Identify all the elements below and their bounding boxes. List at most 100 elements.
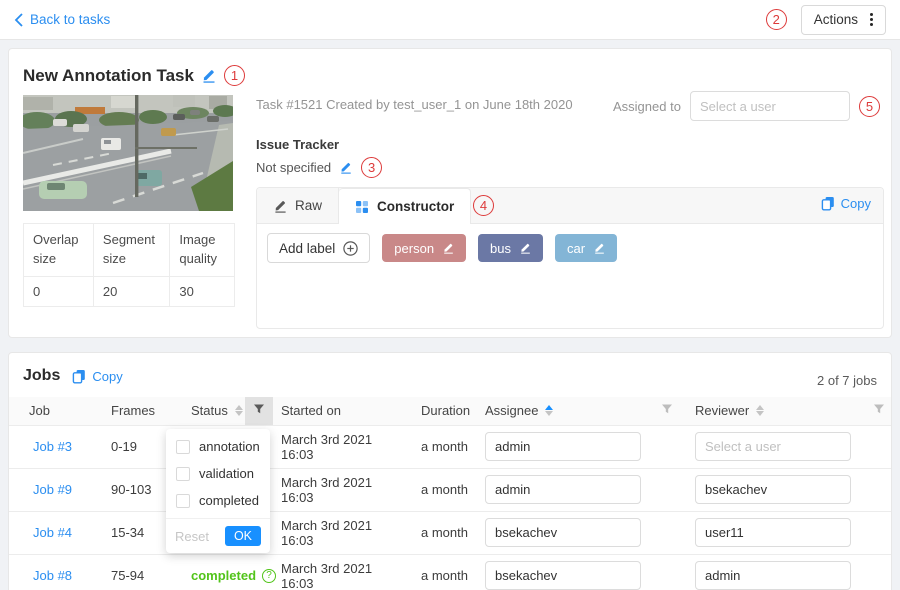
label-tag-car[interactable]: car	[555, 234, 617, 262]
column-job: Job	[9, 397, 103, 425]
reviewer-input[interactable]	[695, 561, 851, 590]
callout-3: 3	[361, 157, 382, 178]
jobs-table-header-row: Job Frames Status Started on Duration	[9, 397, 891, 425]
assigned-to-group: Assigned to 5	[613, 91, 880, 121]
reviewer-input[interactable]	[695, 432, 851, 461]
assignee-input[interactable]	[485, 518, 641, 547]
job-link[interactable]: Job #9	[17, 482, 72, 497]
back-chevron-icon	[14, 13, 23, 27]
copy-labels-button[interactable]: Copy	[821, 196, 871, 211]
copy-labels-label: Copy	[841, 196, 871, 211]
label-tag-bus-name: bus	[490, 241, 511, 256]
task-preview-image	[23, 95, 233, 211]
duration-cell: a month	[413, 425, 477, 468]
callout-2: 2	[766, 9, 787, 30]
funnel-icon	[661, 403, 673, 418]
labels-tabbar: Raw Constructor 4 Copy	[257, 188, 883, 224]
edit-label-bus-icon[interactable]	[519, 242, 531, 254]
spacer-cell	[653, 554, 687, 590]
tab-raw[interactable]: Raw	[257, 188, 339, 223]
jobs-title: Jobs	[23, 367, 60, 385]
job-row-1: Job #3 0-19 March 3rd 2021 16:03 a month	[9, 425, 891, 468]
topbar-right-group: 2 Actions	[766, 5, 886, 35]
frames-cell: 75-94	[103, 554, 183, 590]
jobs-card: Jobs Copy 2 of 7 jobs Job Frames Status	[8, 352, 892, 590]
constructor-tab-label: Constructor	[377, 199, 454, 214]
task-params-table: Overlap size Segment size Image quality …	[23, 223, 235, 307]
funnel-icon	[873, 403, 885, 418]
jobs-table: Job Frames Status Started on Duration	[9, 397, 891, 590]
filter-reset-button[interactable]: Reset	[175, 529, 209, 544]
duration-cell: a month	[413, 554, 477, 590]
raw-tab-pencil-icon	[273, 199, 287, 213]
task-title-row: New Annotation Task 1	[23, 65, 245, 86]
checkbox-annotation[interactable]	[176, 440, 190, 454]
param-value-segment: 20	[93, 276, 169, 306]
callout-5: 5	[859, 96, 880, 117]
spacer-cell	[865, 468, 891, 511]
job-link[interactable]: Job #8	[17, 568, 72, 583]
assignee-filter-trigger[interactable]	[653, 397, 687, 425]
plus-circle-icon	[343, 241, 358, 256]
job-link[interactable]: Job #3	[17, 439, 72, 454]
edit-label-person-icon[interactable]	[442, 242, 454, 254]
funnel-icon	[253, 403, 265, 418]
started-cell: March 3rd 2021 16:03	[273, 425, 413, 468]
callout-1: 1	[224, 65, 245, 86]
checkbox-validation[interactable]	[176, 467, 190, 481]
checkbox-completed[interactable]	[176, 494, 190, 508]
status-cell: completed ?	[183, 554, 245, 590]
reviewer-filter-trigger[interactable]	[865, 397, 891, 425]
label-tag-bus[interactable]: bus	[478, 234, 543, 262]
task-assignee-input[interactable]	[690, 91, 850, 121]
status-help-icon[interactable]: ?	[262, 569, 276, 583]
assignee-input[interactable]	[485, 475, 641, 504]
param-value-quality: 30	[170, 276, 235, 306]
tab-constructor[interactable]: Constructor	[339, 188, 471, 224]
filter-ok-button[interactable]: OK	[225, 526, 261, 546]
edit-title-icon[interactable]	[202, 68, 216, 83]
column-frames: Frames	[103, 397, 183, 425]
filter-option-annotation[interactable]: annotation	[166, 433, 270, 460]
duration-cell: a month	[413, 468, 477, 511]
assignee-input[interactable]	[485, 432, 641, 461]
job-row-3: Job #4 15-34 March 3rd 2021 16:03 a mont…	[9, 511, 891, 554]
add-label-label: Add label	[279, 241, 335, 256]
edit-issue-tracker-icon[interactable]	[339, 161, 353, 174]
back-to-tasks-label: Back to tasks	[30, 12, 110, 27]
filter-option-validation[interactable]: validation	[166, 460, 270, 487]
filter-footer: Reset OK	[166, 518, 270, 553]
label-tag-person[interactable]: person	[382, 234, 466, 262]
edit-label-car-icon[interactable]	[593, 242, 605, 254]
status-filter-trigger[interactable]	[245, 397, 273, 425]
job-link[interactable]: Job #4	[17, 525, 72, 540]
reviewer-input[interactable]	[695, 518, 851, 547]
callout-4: 4	[473, 195, 494, 216]
reviewer-input[interactable]	[695, 475, 851, 504]
copy-jobs-button[interactable]: Copy	[72, 369, 122, 384]
jobs-header: Jobs Copy	[23, 367, 123, 385]
param-value-overlap: 0	[24, 276, 94, 306]
labels-editor: Raw Constructor 4 Copy	[256, 187, 884, 329]
task-details-card: New Annotation Task 1	[8, 48, 892, 338]
job-row-2: Job #9 90-103 March 3rd 2021 16:03 a mon…	[9, 468, 891, 511]
assignee-sorter-active[interactable]	[545, 405, 553, 416]
task-title: New Annotation Task	[23, 66, 194, 86]
column-assignee-label: Assignee	[485, 403, 538, 418]
actions-button[interactable]: Actions	[801, 5, 886, 35]
back-to-tasks-link[interactable]: Back to tasks	[14, 12, 110, 27]
task-meta-line: Task #1521 Created by test_user_1 on Jun…	[256, 97, 573, 112]
raw-tab-label: Raw	[295, 198, 322, 213]
status-sorter[interactable]	[235, 405, 243, 416]
traffic-scene-illustration	[23, 95, 233, 211]
column-assignee: Assignee	[477, 397, 653, 425]
label-tag-car-name: car	[567, 241, 585, 256]
reviewer-sorter[interactable]	[756, 405, 764, 416]
spacer-cell	[653, 511, 687, 554]
filter-option-completed-label: completed	[199, 493, 259, 508]
filter-option-completed[interactable]: completed	[166, 487, 270, 514]
filter-option-annotation-label: annotation	[199, 439, 260, 454]
assignee-input[interactable]	[485, 561, 641, 590]
status-filter-dropdown: annotation validation completed Reset OK	[166, 429, 270, 553]
add-label-button[interactable]: Add label	[267, 233, 370, 263]
